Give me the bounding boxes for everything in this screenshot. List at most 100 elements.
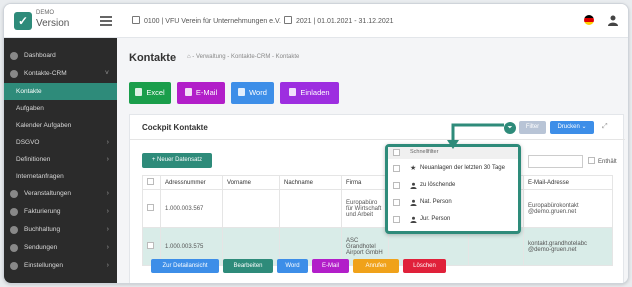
sidebar-item-label: Internetanfragen [16, 173, 64, 180]
accounting-icon [10, 226, 18, 234]
quickfilter-item-new[interactable]: ★ Neuanlagen der letzten 30 Tage [388, 160, 518, 177]
sidebar-item-kontakte[interactable]: Kontakte [4, 83, 117, 100]
app-window: ✓ DEMO Version 0100 | VFU Verein für Unt… [3, 3, 629, 284]
sidebar-item-label: Kalender Aufgaben [16, 122, 72, 129]
contacts-icon [10, 70, 18, 78]
email-button[interactable]: E-Mail [177, 82, 225, 104]
sidebar-item-internetanfragen[interactable]: Internetanfragen [4, 168, 117, 185]
table-row[interactable]: 1.000.003.567 Europabüro für Wirtschaft … [142, 189, 613, 228]
checkbox[interactable] [147, 178, 154, 185]
sidebar-item-definitionen[interactable]: Definitionen › [4, 151, 117, 168]
cell-nachname [279, 189, 342, 228]
column-email[interactable]: E-Mail-Adresse [523, 175, 613, 190]
logo[interactable]: ✓ DEMO Version [14, 10, 74, 34]
checkbox[interactable] [393, 199, 400, 206]
chevron-right-icon: › [106, 262, 109, 269]
invoice-icon [10, 208, 18, 216]
print-button[interactable]: Drucken ⌄ [550, 121, 594, 134]
checkbox[interactable] [393, 165, 400, 172]
row-email-button[interactable]: E-Mail [312, 259, 349, 273]
invite-icon [289, 88, 297, 96]
contains-label: Enthält [598, 159, 617, 165]
settings-icon [10, 262, 18, 270]
checkbox[interactable] [393, 149, 400, 156]
page-title: Kontakte [129, 52, 177, 64]
email-icon [184, 88, 192, 96]
einladen-button[interactable]: Einladen [280, 82, 339, 104]
expand-icon[interactable]: ⤢ [602, 123, 608, 131]
sidebar-item-label: DSGVO [16, 139, 40, 146]
breadcrumb[interactable]: ⌂ - Verwaltung - Kontakte-CRM - Kontakte [187, 54, 299, 60]
panel-title: Cockpit Kontakte [142, 123, 208, 132]
mail-icon [10, 244, 18, 252]
sidebar-item-label: Sendungen [24, 244, 58, 251]
chevron-right-icon: › [106, 244, 109, 251]
word-button[interactable]: Word [231, 82, 274, 104]
user-icon [410, 199, 417, 206]
column-adressnummer[interactable]: Adressnummer [160, 175, 223, 190]
filter-button[interactable]: Filter [519, 121, 546, 134]
chevron-right-icon: › [106, 226, 109, 233]
word-button-label: Word [249, 88, 267, 97]
checkbox[interactable] [147, 204, 154, 211]
sidebar-item-label: Veranstaltungen [24, 190, 71, 197]
quickfilter-item-to-delete[interactable]: zu löschende [388, 177, 518, 194]
top-bar: ✓ DEMO Version 0100 | VFU Verein für Unt… [4, 4, 628, 38]
delete-button[interactable]: Löschen [403, 259, 446, 273]
company-name: 0100 | VFU Verein für Unternehmungen e.V… [144, 18, 281, 25]
user-account-icon[interactable] [607, 14, 619, 26]
column-firma[interactable]: Firma [341, 175, 389, 190]
checkbox[interactable] [588, 157, 595, 164]
edit-button[interactable]: Bearbeiten [223, 259, 273, 273]
new-record-button[interactable]: + Neuer Datensatz [142, 153, 212, 168]
period-label: 2021 | 01.01.2021 - 31.12.2021 [296, 18, 394, 25]
german-flag-icon[interactable] [584, 15, 594, 25]
sidebar-item-einstellungen[interactable]: Einstellungen › [4, 257, 117, 275]
quickfilter-item-jur-person[interactable]: Jur. Person [388, 211, 518, 228]
einladen-button-label: Einladen [300, 88, 330, 97]
cell-firma: Europabüro für Wirtschaft und Arbeit [341, 189, 389, 228]
checkbox[interactable] [147, 242, 154, 249]
sidebar-item-dashboard[interactable]: Dashboard [4, 47, 117, 65]
company-selector[interactable]: 0100 | VFU Verein für Unternehmungen e.V… [132, 16, 281, 25]
period-selector[interactable]: 2021 | 01.01.2021 - 31.12.2021 [284, 16, 394, 25]
star-icon: ★ [410, 165, 417, 172]
call-button[interactable]: Anrufen [353, 259, 399, 273]
building-icon [132, 16, 140, 24]
search-input[interactable] [528, 155, 583, 168]
table-header-row: Adressnummer Vorname Nachname Firma E-Ma… [142, 175, 613, 190]
row-word-button[interactable]: Word [277, 259, 308, 273]
checkbox[interactable] [393, 182, 400, 189]
calendar-icon [10, 190, 18, 198]
user-icon [410, 182, 417, 189]
chevron-right-icon: › [106, 208, 109, 215]
cell-vorname [222, 189, 280, 228]
column-nachname[interactable]: Nachname [279, 175, 342, 190]
logo-icon: ✓ [14, 12, 32, 30]
sidebar-item-fakturierung[interactable]: Fakturierung › [4, 203, 117, 221]
contains-checkbox[interactable]: Enthält [588, 157, 617, 165]
sidebar-item-kalender-aufgaben[interactable]: Kalender Aufgaben [4, 117, 117, 134]
funnel-icon[interactable]: ⏷ [504, 122, 516, 134]
sidebar-item-aufgaben[interactable]: Aufgaben [4, 100, 117, 117]
dashboard-icon [10, 52, 18, 60]
sidebar-item-buchhaltung[interactable]: Buchhaltung › [4, 221, 117, 239]
quickfilter-item-nat-person[interactable]: Nat. Person [388, 194, 518, 211]
select-all-header[interactable] [142, 175, 161, 190]
checkbox[interactable] [393, 216, 400, 223]
sidebar-item-label: Fakturierung [24, 208, 61, 215]
row-select-cell[interactable] [142, 189, 161, 228]
column-vorname[interactable]: Vorname [222, 175, 280, 190]
logo-version-text: Version [36, 18, 70, 29]
excel-button[interactable]: Excel [129, 82, 171, 104]
sidebar-item-dsgvo[interactable]: DSGVO › [4, 134, 117, 151]
sidebar-item-veranstaltungen[interactable]: Veranstaltungen › [4, 185, 117, 203]
sidebar-item-sendungen[interactable]: Sendungen › [4, 239, 117, 257]
sidebar-item-label: Kontakte [16, 88, 42, 95]
quickfilter-title: Schnellfilter [410, 149, 439, 155]
cell-email: Europabürokontakt @demo.gruen.net [523, 189, 613, 228]
detail-view-button[interactable]: Zur Detailansicht [151, 259, 219, 273]
menu-toggle-icon[interactable] [100, 16, 112, 26]
sidebar-item-kontakte-crm[interactable]: Kontakte-CRM ˅ [4, 65, 117, 83]
excel-icon [135, 88, 143, 96]
